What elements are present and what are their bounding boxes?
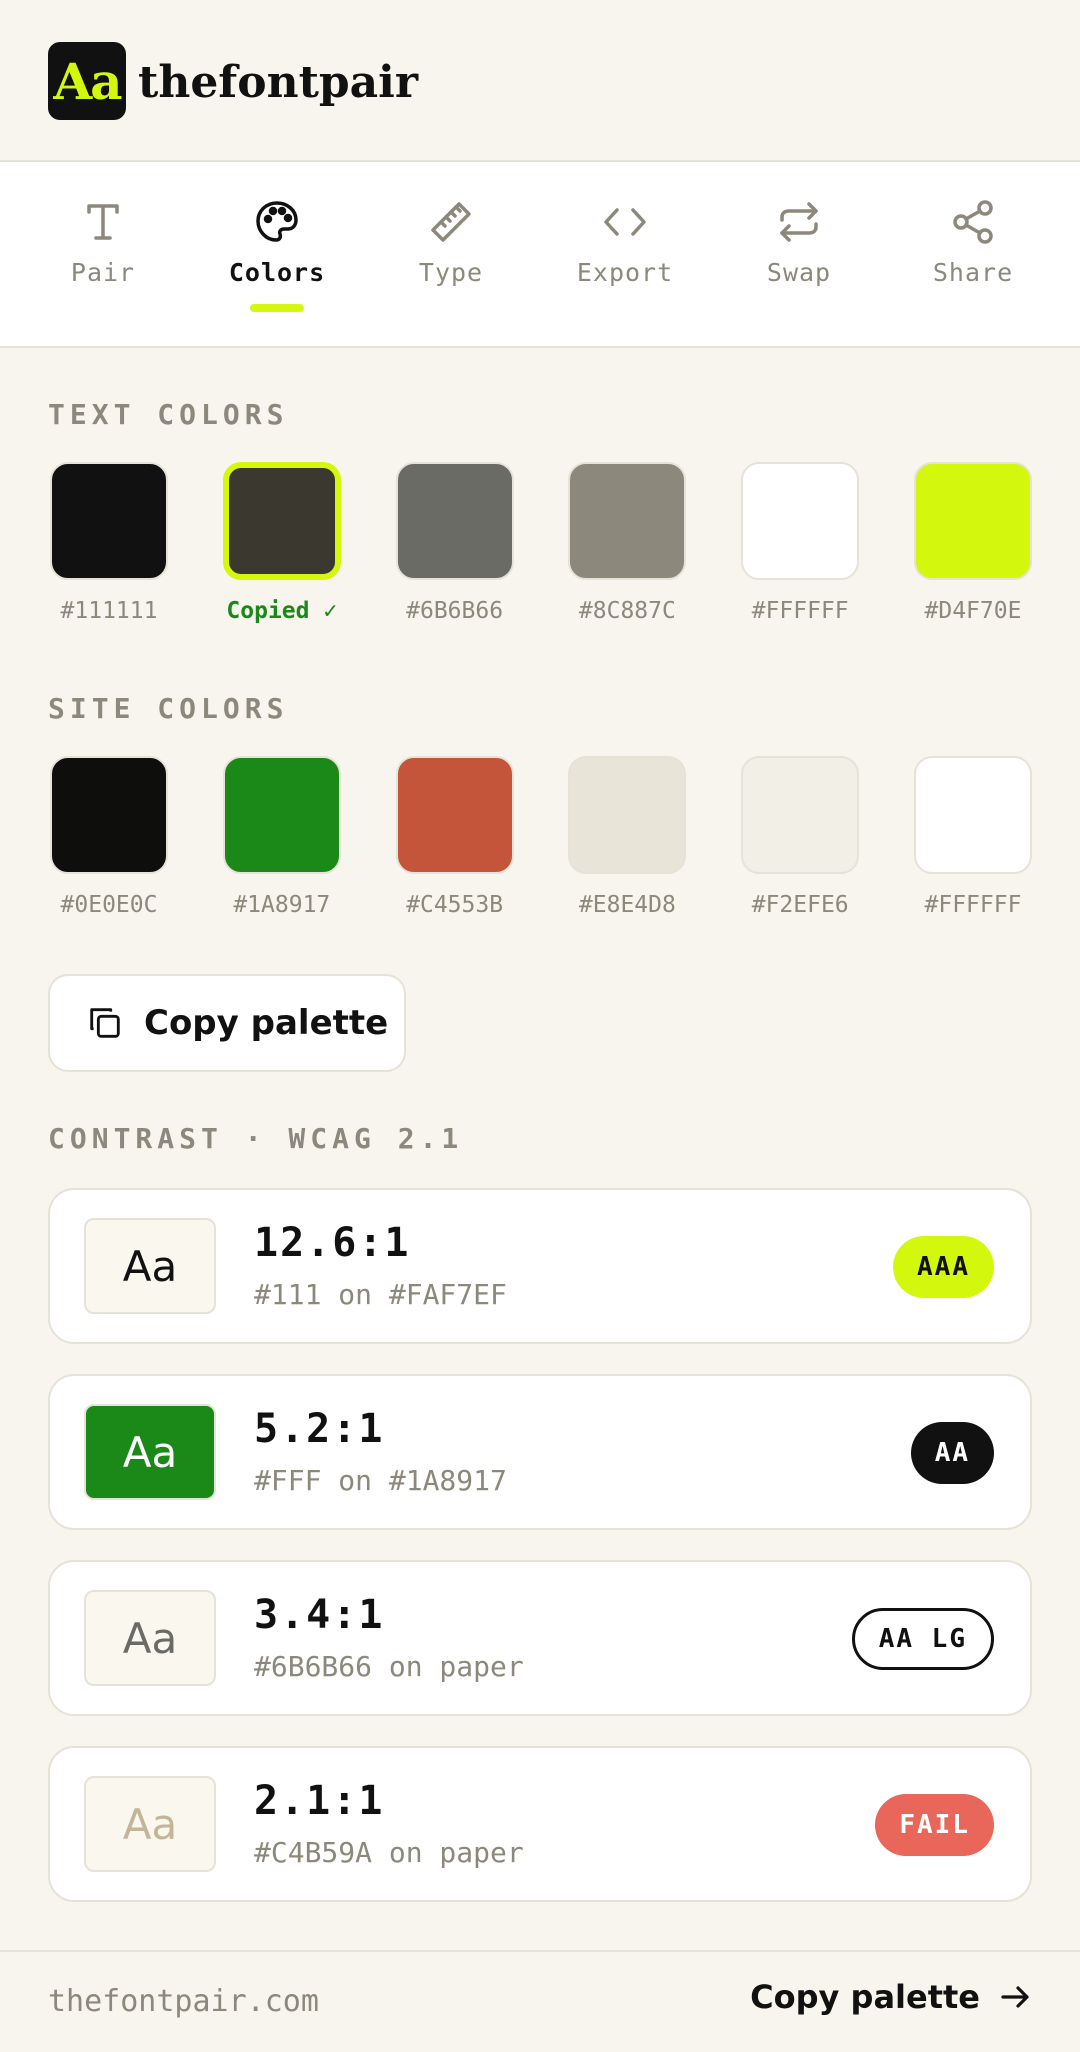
contrast-sample: Aa xyxy=(84,1218,216,1314)
ruler-icon xyxy=(431,202,471,242)
color-chip[interactable] xyxy=(395,756,514,874)
site-colors-title: SITE COLORS xyxy=(48,692,289,725)
active-tab-indicator xyxy=(250,304,304,312)
color-hex: #F2EFE6 xyxy=(751,892,849,918)
contrast-desc: #6B6B66 on paper xyxy=(254,1650,524,1683)
copy-icon xyxy=(90,1008,120,1038)
tab-bar: Pair Colors Type Export Swap Share xyxy=(0,162,1080,348)
contrast-sample: Aa xyxy=(84,1590,216,1686)
wcag-badge: AA xyxy=(910,1422,994,1484)
color-chip[interactable] xyxy=(913,756,1032,874)
text-color-swatch[interactable]: #8C887C xyxy=(566,462,688,624)
brand-name[interactable]: thefontpair xyxy=(138,50,418,116)
code-icon xyxy=(604,208,646,236)
site-color-swatch[interactable]: #F2EFE6 xyxy=(739,756,861,918)
text-color-swatch[interactable]: #FFFFFF xyxy=(739,462,861,624)
text-color-swatch-selected[interactable]: Copied ✓ xyxy=(221,462,343,624)
color-hex: #111111 xyxy=(60,598,158,624)
color-chip[interactable] xyxy=(568,462,687,580)
color-hex: #FFFFFF xyxy=(751,598,849,624)
palette-icon xyxy=(256,201,298,242)
text-color-swatch[interactable]: #6B6B66 xyxy=(394,462,516,624)
color-hex: #1A8917 xyxy=(233,892,331,918)
color-chip[interactable] xyxy=(222,756,341,874)
type-icon xyxy=(87,204,119,240)
site-color-swatch[interactable]: #0E0E0C xyxy=(48,756,170,918)
text-color-swatch[interactable]: #D4F70E xyxy=(912,462,1034,624)
color-chip[interactable] xyxy=(568,756,687,874)
site-colors-row: #0E0E0C #1A8917 #C4553B #E8E4D8 #F2EFE6 … xyxy=(48,756,1034,918)
color-hex: #E8E4D8 xyxy=(578,892,676,918)
contrast-desc: #FFF on #1A8917 xyxy=(254,1464,507,1497)
contrast-title: CONTRAST · WCAG 2.1 xyxy=(48,1122,464,1155)
contrast-card[interactable]: Aa 2.1:1 #C4B59A on paper FAIL xyxy=(48,1746,1032,1902)
wcag-badge: FAIL xyxy=(875,1794,994,1856)
tab-label: Swap xyxy=(766,258,832,287)
contrast-card[interactable]: Aa 5.2:1 #FFF on #1A8917 AA xyxy=(48,1374,1032,1530)
tab-label: Colors xyxy=(228,258,326,287)
footer-domain[interactable]: thefontpair.com xyxy=(48,1984,319,2019)
color-chip[interactable] xyxy=(50,756,168,874)
contrast-card[interactable]: Aa 3.4:1 #6B6B66 on paper AA LG xyxy=(48,1560,1032,1716)
tab-share[interactable]: Share xyxy=(886,162,1060,346)
contrast-card[interactable]: Aa 12.6:1 #111 on #FAF7EF AAA xyxy=(48,1188,1032,1344)
color-hex: #6B6B66 xyxy=(406,598,504,624)
color-hex: #FFFFFF xyxy=(924,892,1022,918)
footer-cta-label: Copy palette xyxy=(750,1978,980,2016)
footer-copy-palette-link[interactable]: Copy palette xyxy=(750,1978,1032,2016)
color-hex: #8C887C xyxy=(578,598,676,624)
contrast-ratio: 5.2:1 xyxy=(254,1406,385,1452)
contrast-ratio: 12.6:1 xyxy=(254,1220,411,1266)
text-color-swatch[interactable]: #111111 xyxy=(48,462,170,624)
tab-label: Export xyxy=(576,258,674,287)
color-hex: #C4553B xyxy=(406,892,504,918)
share-icon xyxy=(953,200,993,244)
wcag-badge: AAA xyxy=(893,1236,994,1298)
tab-export[interactable]: Export xyxy=(538,162,712,346)
tab-label: Type xyxy=(418,258,484,287)
tab-label: Pair xyxy=(70,258,136,287)
tab-label: Share xyxy=(932,258,1014,287)
color-hex: #0E0E0C xyxy=(60,892,158,918)
color-chip[interactable] xyxy=(741,462,860,580)
text-colors-row: #111111 Copied ✓ #6B6B66 #8C887C #FFFFFF… xyxy=(48,462,1034,624)
tab-pair[interactable]: Pair xyxy=(16,162,190,346)
arrow-right-icon xyxy=(1001,1986,1029,2008)
contrast-ratio: 2.1:1 xyxy=(254,1778,385,1824)
tab-colors[interactable]: Colors xyxy=(190,162,364,346)
color-chip[interactable] xyxy=(741,756,860,874)
tab-swap[interactable]: Swap xyxy=(712,162,886,346)
contrast-sample: Aa xyxy=(84,1404,216,1500)
copied-label: Copied ✓ xyxy=(226,598,338,624)
color-chip[interactable] xyxy=(50,462,168,580)
wcag-badge: AA LG xyxy=(851,1608,994,1670)
footer-bar: thefontpair.com Copy palette xyxy=(0,1950,1080,2052)
copy-palette-label: Copy palette xyxy=(144,1003,389,1043)
app-header: Aa thefontpair xyxy=(0,0,1080,162)
site-color-swatch[interactable]: #C4553B xyxy=(394,756,516,918)
color-chip[interactable] xyxy=(222,462,341,580)
contrast-desc: #111 on #FAF7EF xyxy=(254,1278,507,1311)
site-color-swatch[interactable]: #1A8917 xyxy=(221,756,343,918)
contrast-desc: #C4B59A on paper xyxy=(254,1836,524,1869)
contrast-sample: Aa xyxy=(84,1776,216,1872)
copy-palette-button[interactable]: Copy palette xyxy=(48,974,406,1072)
contrast-ratio: 3.4:1 xyxy=(254,1592,385,1638)
text-colors-title: TEXT COLORS xyxy=(48,398,289,431)
color-chip[interactable] xyxy=(395,462,514,580)
tab-type[interactable]: Type xyxy=(364,162,538,346)
swap-icon xyxy=(780,202,818,242)
site-color-swatch[interactable]: #E8E4D8 xyxy=(566,756,688,918)
site-color-swatch[interactable]: #FFFFFF xyxy=(912,756,1034,918)
logo-mark[interactable]: Aa xyxy=(48,42,126,120)
color-chip[interactable] xyxy=(913,462,1032,580)
color-hex: #D4F70E xyxy=(924,598,1022,624)
